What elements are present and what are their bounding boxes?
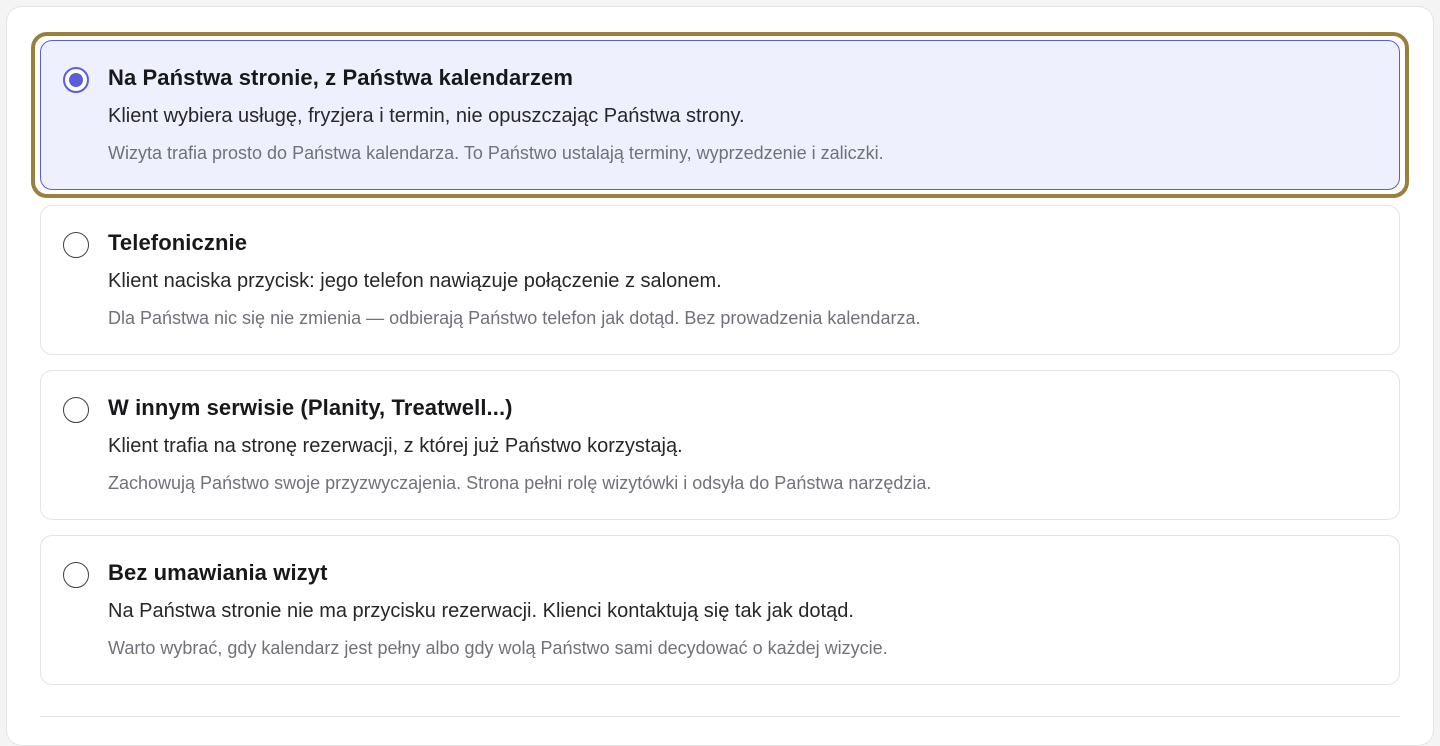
radio-button-external-service[interactable] [63,397,89,423]
radio-button-own-calendar[interactable] [63,67,89,93]
option-card-external-service[interactable]: W innym serwisie (Planity, Treatwell...)… [40,370,1400,520]
option-description: Klient naciska przycisk: jego telefon na… [108,270,722,292]
option-title: Telefonicznie [108,230,248,255]
radio-button-no-booking[interactable] [63,562,89,588]
option-note: Wizyta trafia prosto do Państwa kalendar… [108,143,884,163]
option-description: Klient wybiera usługę, fryzjera i termin… [108,105,745,127]
option-title: Na Państwa stronie, z Państwa kalendarze… [108,65,574,90]
option-note: Dla Państwa nic się nie zmienia — odbier… [108,308,921,328]
option-description: Klient trafia na stronę rezerwacji, z kt… [108,435,683,457]
option-title: Bez umawiania wizyt [108,560,328,585]
section-divider [40,716,1400,717]
option-note: Zachowują Państwo swoje przyzwyczajenia.… [108,473,932,493]
option-card-own-calendar[interactable]: Na Państwa stronie, z Państwa kalendarze… [40,40,1400,190]
option-title: W innym serwisie (Planity, Treatwell...) [108,395,513,420]
option-card-no-booking[interactable]: Bez umawiania wizyt Na Państwa stronie n… [40,535,1400,685]
radio-selected-dot [69,73,83,87]
option-note: Warto wybrać, gdy kalendarz jest pełny a… [108,638,888,658]
radio-button-phone[interactable] [63,232,89,258]
option-description: Na Państwa stronie nie ma przycisku reze… [108,600,854,622]
option-card-phone[interactable]: Telefonicznie Klient naciska przycisk: j… [40,205,1400,355]
